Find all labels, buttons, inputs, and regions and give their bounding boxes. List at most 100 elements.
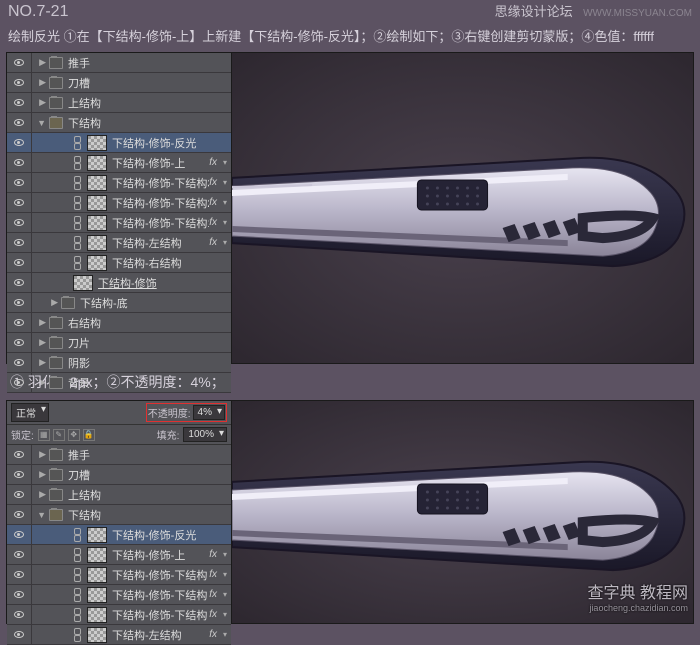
chevron-down-icon[interactable]: ▾ <box>219 198 231 207</box>
expand-arrow[interactable]: ▼ <box>32 118 46 128</box>
layer-row[interactable]: ▼下结构 <box>7 113 231 133</box>
layer-row[interactable]: ▶上结构 <box>7 93 231 113</box>
visibility-toggle[interactable] <box>7 353 32 372</box>
chevron-down-icon[interactable]: ▾ <box>219 590 231 599</box>
layer-name-label: 下结构-左结构 <box>110 627 209 643</box>
layer-row[interactable]: ▶右结构 <box>7 313 231 333</box>
visibility-toggle[interactable] <box>7 153 32 172</box>
visibility-toggle[interactable] <box>7 233 32 252</box>
visibility-toggle[interactable] <box>7 525 32 544</box>
eye-icon <box>14 139 24 146</box>
expand-arrow[interactable]: ▶ <box>32 489 46 500</box>
layer-row[interactable]: 下结构-修饰-下结构1fx▾ <box>7 213 231 233</box>
layer-row[interactable]: 下结构-修饰-上fx▾ <box>7 545 231 565</box>
visibility-toggle[interactable] <box>7 585 32 604</box>
visibility-toggle[interactable] <box>7 545 32 564</box>
layer-row[interactable]: 下结构-修饰-反光 <box>7 133 231 153</box>
expand-arrow[interactable]: ▶ <box>32 449 46 460</box>
layer-row[interactable]: ▶下结构-底 <box>7 293 231 313</box>
chevron-down-icon[interactable]: ▾ <box>219 570 231 579</box>
layer-row[interactable]: ▶刀片 <box>7 333 231 353</box>
fx-badge[interactable]: fx <box>209 197 217 208</box>
visibility-toggle[interactable] <box>7 273 32 292</box>
fx-badge[interactable]: fx <box>209 569 217 580</box>
folder-icon <box>49 469 63 481</box>
visibility-toggle[interactable] <box>7 293 32 312</box>
eye-icon <box>14 199 24 206</box>
visibility-toggle[interactable] <box>7 605 32 624</box>
expand-arrow[interactable]: ▶ <box>32 57 46 68</box>
layer-thumbnail <box>87 175 107 191</box>
lock-transparency-icon[interactable]: ▦ <box>38 429 50 441</box>
blend-mode-dropdown[interactable]: 正常 <box>11 403 49 422</box>
fx-badge[interactable]: fx <box>209 157 217 168</box>
layer-row[interactable]: 下结构-修饰-下结构fx▾ <box>7 565 231 585</box>
visibility-toggle[interactable] <box>7 565 32 584</box>
lock-pixels-icon[interactable]: ✎ <box>53 429 65 441</box>
expand-arrow[interactable]: ▼ <box>32 510 46 520</box>
layer-row[interactable]: 下结构-修饰 <box>7 273 231 293</box>
visibility-toggle[interactable] <box>7 333 32 352</box>
expand-arrow[interactable]: ▶ <box>32 297 58 308</box>
chevron-down-icon[interactable]: ▾ <box>219 610 231 619</box>
layer-row[interactable]: 下结构-修饰-上fx▾ <box>7 153 231 173</box>
visibility-toggle[interactable] <box>7 173 32 192</box>
chevron-down-icon[interactable]: ▾ <box>219 158 231 167</box>
layer-row[interactable]: 下结构-左结构fx▾ <box>7 625 231 645</box>
chevron-down-icon[interactable]: ▾ <box>219 550 231 559</box>
chevron-down-icon[interactable]: ▾ <box>219 630 231 639</box>
chevron-down-icon[interactable]: ▾ <box>219 178 231 187</box>
expand-arrow[interactable]: ▶ <box>32 337 46 348</box>
expand-arrow[interactable]: ▶ <box>32 357 46 368</box>
expand-arrow[interactable]: ▶ <box>32 77 46 88</box>
visibility-toggle[interactable] <box>7 485 32 504</box>
visibility-toggle[interactable] <box>7 193 32 212</box>
layer-row[interactable]: 下结构-左结构fx▾ <box>7 233 231 253</box>
layer-row[interactable]: ▼下结构 <box>7 505 231 525</box>
visibility-toggle[interactable] <box>7 213 32 232</box>
fx-badge[interactable]: fx <box>209 549 217 560</box>
visibility-toggle[interactable] <box>7 505 32 524</box>
fill-value-dropdown[interactable]: 100% <box>183 427 227 442</box>
lock-all-icon[interactable]: 🔒 <box>83 429 95 441</box>
visibility-toggle[interactable] <box>7 313 32 332</box>
visibility-toggle[interactable] <box>7 93 32 112</box>
opacity-value-dropdown[interactable]: 4% <box>193 405 225 420</box>
visibility-toggle[interactable] <box>7 625 32 644</box>
expand-arrow[interactable]: ▶ <box>32 469 46 480</box>
layer-row[interactable]: 下结构-修饰-下结构2fx▾ <box>7 193 231 213</box>
fx-badge[interactable]: fx <box>209 629 217 640</box>
visibility-toggle[interactable] <box>7 113 32 132</box>
layer-row[interactable]: ▶阴影 <box>7 353 231 373</box>
layer-row[interactable]: 下结构-修饰-反光 <box>7 525 231 545</box>
utility-knife-illustration <box>232 118 693 298</box>
eye-icon <box>14 379 24 386</box>
chevron-down-icon[interactable]: ▾ <box>219 238 231 247</box>
expand-arrow[interactable]: ▶ <box>32 97 46 108</box>
expand-arrow[interactable]: ▶ <box>32 317 46 328</box>
layer-row[interactable]: 下结构-右结构 <box>7 253 231 273</box>
layer-row[interactable]: ▶刀槽 <box>7 73 231 93</box>
fx-badge[interactable]: fx <box>209 609 217 620</box>
visibility-toggle[interactable] <box>7 253 32 272</box>
layer-row[interactable]: ▶上结构 <box>7 485 231 505</box>
fx-badge[interactable]: fx <box>209 589 217 600</box>
fx-badge[interactable]: fx <box>209 217 217 228</box>
layer-row[interactable]: 下结构-修饰-下结构fx▾ <box>7 605 231 625</box>
fx-badge[interactable]: fx <box>209 237 217 248</box>
fx-badge[interactable]: fx <box>209 177 217 188</box>
layer-name-label: 刀槽 <box>66 467 231 483</box>
visibility-toggle[interactable] <box>7 445 32 464</box>
layer-row[interactable]: ▶推手 <box>7 53 231 73</box>
layer-row[interactable]: 下结构-修饰-下结构3fx▾ <box>7 173 231 193</box>
visibility-toggle[interactable] <box>7 465 32 484</box>
layer-row[interactable]: 下结构-修饰-下结构fx▾ <box>7 585 231 605</box>
eye-icon <box>14 159 24 166</box>
visibility-toggle[interactable] <box>7 73 32 92</box>
visibility-toggle[interactable] <box>7 53 32 72</box>
layer-row[interactable]: ▶ 刀槽 <box>7 465 231 485</box>
visibility-toggle[interactable] <box>7 133 32 152</box>
chevron-down-icon[interactable]: ▾ <box>219 218 231 227</box>
layer-row[interactable]: ▶推手 <box>7 445 231 465</box>
lock-position-icon[interactable]: ✥ <box>68 429 80 441</box>
